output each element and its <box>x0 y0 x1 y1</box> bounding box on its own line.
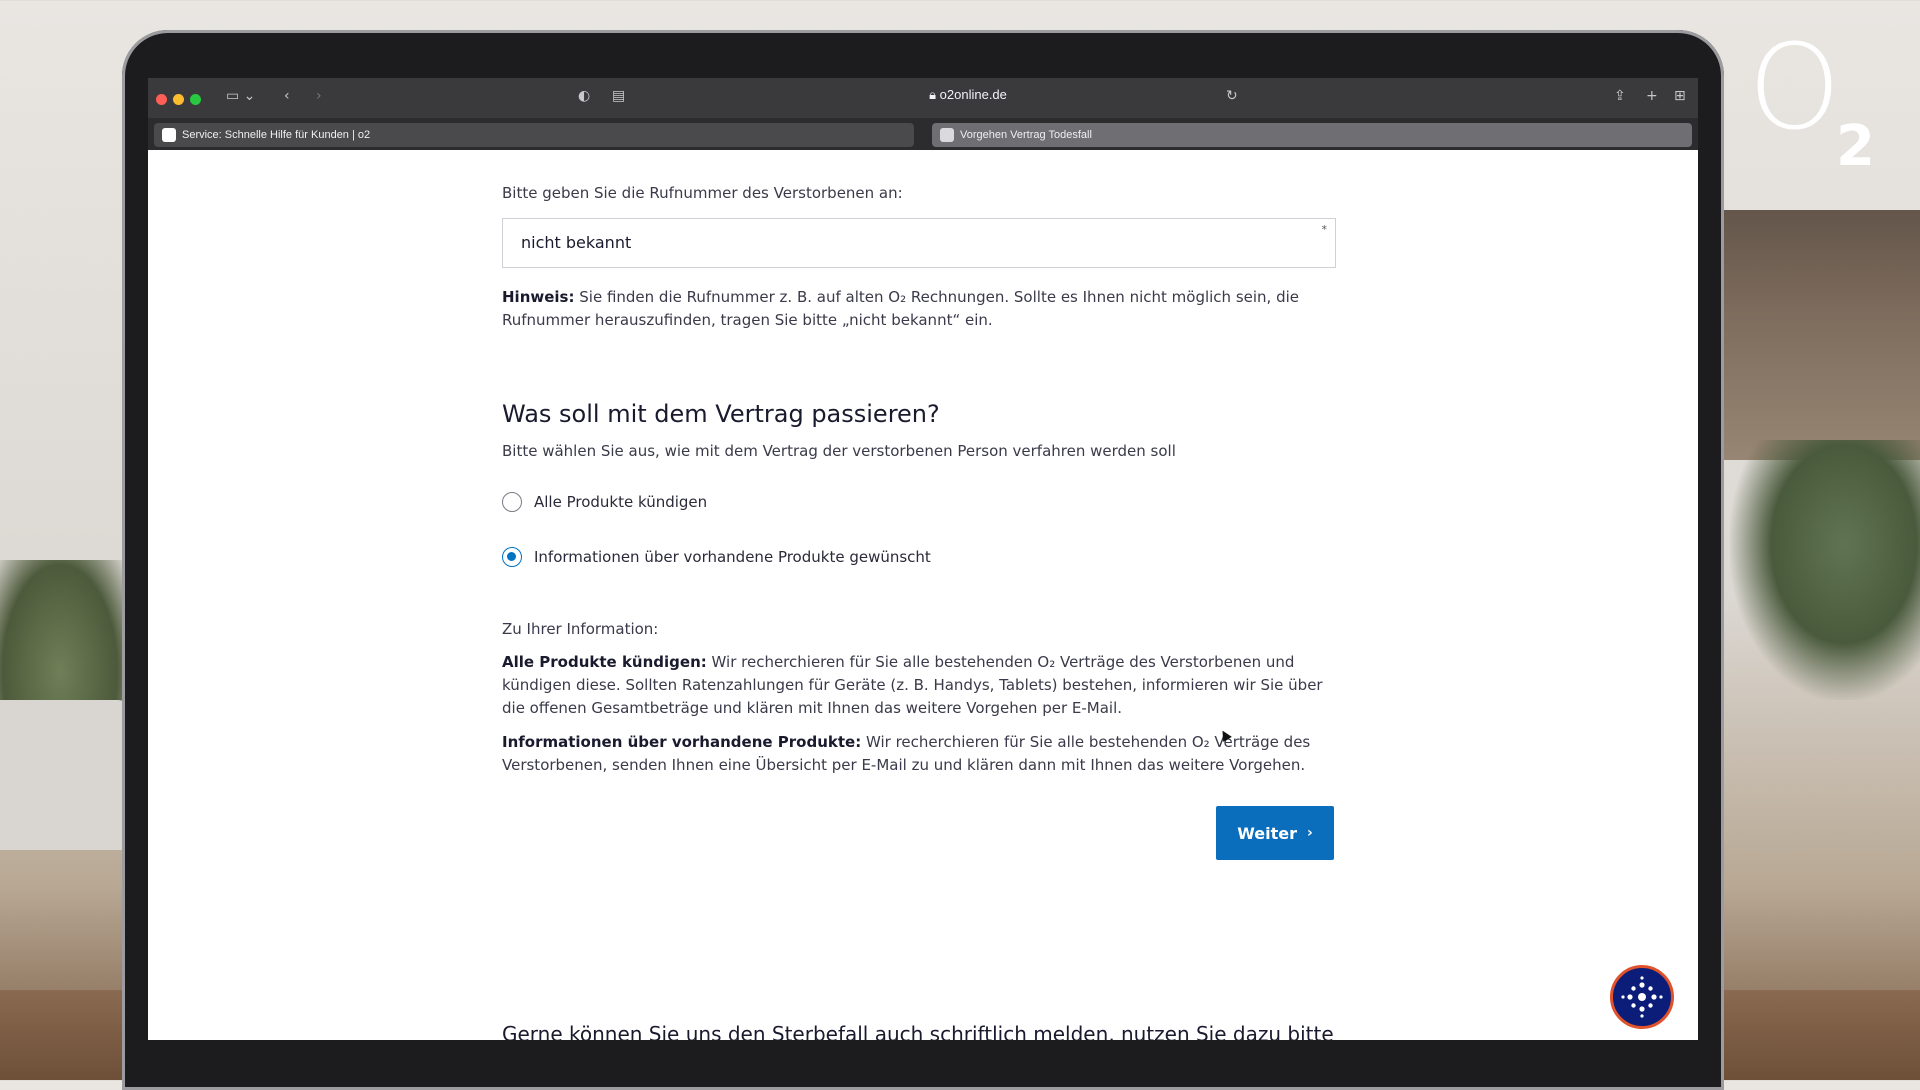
reload-icon[interactable]: ↻ <box>1226 88 1238 104</box>
o2-logo: O 2 <box>1748 28 1875 179</box>
hint-label: Hinweis: <box>502 288 575 306</box>
tab-overview-icon[interactable]: ⊞ <box>1674 88 1686 104</box>
page-favicon-icon <box>940 128 954 142</box>
background-plant-right <box>1730 440 1920 700</box>
background-pot-left <box>0 700 130 850</box>
weiter-button-label: Weiter <box>1237 823 1298 843</box>
phone-label: Bitte geben Sie die Rufnummer des Versto… <box>502 184 903 202</box>
radio-checked-icon[interactable] <box>502 547 522 567</box>
o2-logo-letter: O <box>1748 18 1841 156</box>
info-informationen-label: Informationen über vorhandene Produkte: <box>502 733 862 751</box>
required-marker: * <box>1321 223 1328 236</box>
tab-service[interactable]: Service: Schnelle Hilfe für Kunden | o2 <box>154 123 914 147</box>
assistant-dots-icon <box>1621 976 1663 1018</box>
address-bar[interactable]: 🔒︎ o2online.de <box>868 87 1068 103</box>
tab-label: Vorgehen Vertrag Todesfall <box>960 129 1092 141</box>
reader-icon[interactable]: ▤ <box>612 88 625 104</box>
weiter-button[interactable]: Weiter › <box>1216 806 1334 860</box>
browser-window: ▭ ⌄ ‹ › ◐ ▤ 🔒︎ o2online.de ↻ ⇪ + ⊞ Servi… <box>148 78 1698 1040</box>
o2-favicon-icon <box>162 128 176 142</box>
info-paragraph-informationen: Informationen über vorhandene Produkte: … <box>502 731 1342 777</box>
info-kuendigen-label: Alle Produkte kündigen: <box>502 653 707 671</box>
info-heading: Zu Ihrer Information: <box>502 620 659 638</box>
chevron-right-icon: › <box>1307 825 1313 841</box>
o2-logo-subscript: 2 <box>1836 114 1875 179</box>
back-icon[interactable]: ‹ <box>284 88 290 104</box>
web-page: Bitte geben Sie die Rufnummer des Versto… <box>148 156 1698 1040</box>
chat-assistant-button[interactable] <box>1610 965 1674 1029</box>
sidebar-toggle-icon[interactable]: ▭ ⌄ <box>226 88 255 104</box>
radio-unchecked-icon[interactable] <box>502 492 522 512</box>
close-window-icon[interactable] <box>156 94 167 105</box>
section-subtitle: Bitte wählen Sie aus, wie mit dem Vertra… <box>502 442 1176 460</box>
new-tab-icon[interactable]: + <box>1646 88 1658 104</box>
radio-label-informationen: Informationen über vorhandene Produkte g… <box>534 548 931 566</box>
tab-bar: Service: Schnelle Hilfe für Kunden | o2 … <box>148 118 1698 150</box>
footer-text: Gerne können Sie uns den Sterbefall auch… <box>502 1022 1334 1040</box>
browser-toolbar: ▭ ⌄ ‹ › ◐ ▤ 🔒︎ o2online.de ↻ ⇪ + ⊞ <box>148 78 1698 118</box>
hint-text: Hinweis: Sie finden die Rufnummer z. B. … <box>502 286 1338 332</box>
section-title: Was soll mit dem Vertrag passieren? <box>502 400 940 428</box>
phone-input[interactable] <box>519 232 1283 253</box>
phone-field[interactable]: * <box>502 218 1336 268</box>
radio-option-kuendigen[interactable]: Alle Produkte kündigen <box>502 489 707 515</box>
radio-label-kuendigen: Alle Produkte kündigen <box>534 493 708 511</box>
info-paragraph-kuendigen: Alle Produkte kündigen: Wir recherchiere… <box>502 651 1342 720</box>
radio-option-informationen[interactable]: Informationen über vorhandene Produkte g… <box>502 544 931 570</box>
zoom-window-icon[interactable] <box>190 94 201 105</box>
tab-label: Service: Schnelle Hilfe für Kunden | o2 <box>182 129 371 141</box>
hint-body: Sie finden die Rufnummer z. B. auf alten… <box>502 288 1299 329</box>
share-icon[interactable]: ⇪ <box>1614 88 1626 104</box>
privacy-shield-icon[interactable]: ◐ <box>578 88 590 104</box>
background-shelf-right <box>1720 210 1920 460</box>
minimize-window-icon[interactable] <box>173 94 184 105</box>
tab-vorgehen[interactable]: Vorgehen Vertrag Todesfall <box>932 123 1692 147</box>
address-url: o2online.de <box>939 87 1007 102</box>
lock-icon: 🔒︎ <box>929 87 937 102</box>
forward-icon[interactable]: › <box>316 88 322 104</box>
